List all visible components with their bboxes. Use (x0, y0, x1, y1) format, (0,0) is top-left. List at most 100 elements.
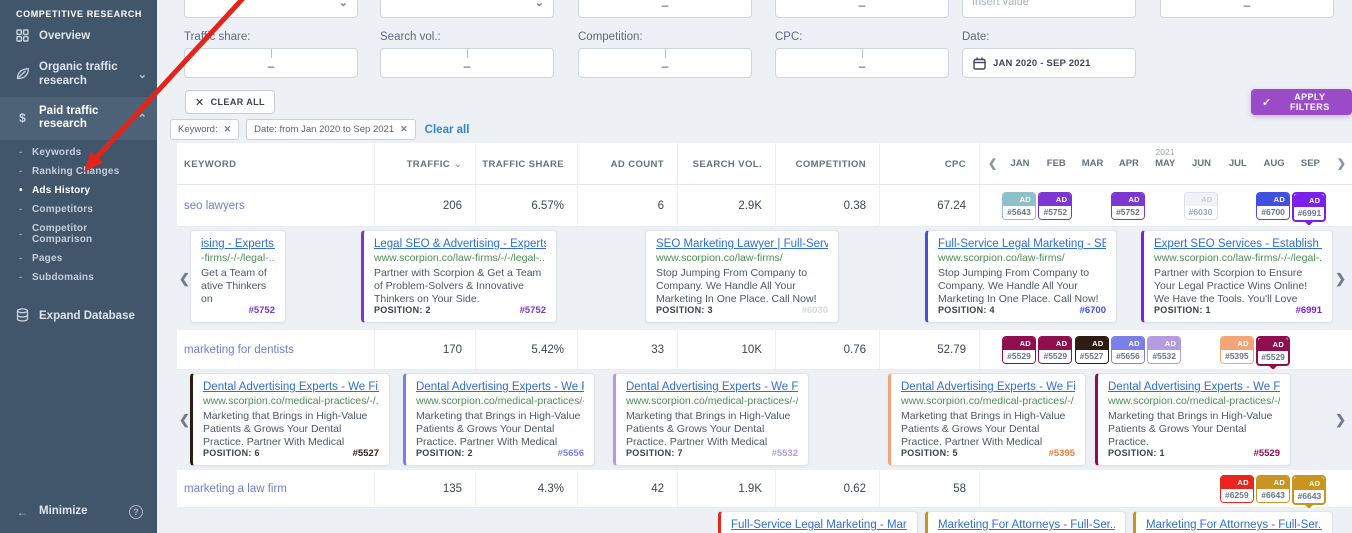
filter-insert-value-input[interactable]: Insert value (962, 0, 1136, 18)
ad-title-link[interactable]: ising - Experts ... (201, 238, 275, 250)
sidebar-item-competitor-comparison[interactable]: -Competitor Comparison (0, 219, 157, 249)
column-header-traffic-share[interactable]: TRAFFIC SHARE (475, 143, 577, 185)
sidebar-item-subdomains[interactable]: -Subdomains (0, 268, 157, 287)
ad-title-link[interactable]: SEO Marketing Lawyer | Full-Servi... (656, 238, 828, 250)
apply-filters-button[interactable]: ✓ APPLY FILTERS (1251, 89, 1352, 115)
keyword-link[interactable]: seo lawyers (184, 200, 245, 212)
ad-badge[interactable]: AD#5529 (1038, 336, 1072, 364)
sidebar-item-keywords[interactable]: -Keywords (0, 143, 157, 162)
month-label: JUN (1184, 158, 1220, 169)
ad-card[interactable]: SEO Marketing Lawyer | Full-Servi...www.… (645, 230, 839, 323)
sidebar-item-ads-history[interactable]: •Ads History (0, 181, 157, 200)
filter-range-input-1[interactable]: – (578, 0, 752, 18)
sidebar-item-label: Competitors (32, 204, 93, 215)
column-header-ad-count[interactable]: AD COUNT (577, 143, 677, 185)
ad-card[interactable]: Marketing For Attorneys - Full-Ser... (1133, 511, 1333, 533)
sidebar-item-competitors[interactable]: -Competitors (0, 200, 157, 219)
ad-badge[interactable]: AD#5656 (1111, 336, 1145, 364)
chevron-left-icon[interactable]: ❮ (179, 412, 190, 428)
ad-card[interactable]: Dental Advertising Experts - We Fi...www… (1095, 373, 1291, 466)
filter-chip[interactable]: Date: from Jan 2020 to Sep 2021✕ (246, 119, 416, 140)
close-icon[interactable]: ✕ (400, 124, 408, 135)
traffic-share-range-input[interactable]: – (184, 48, 358, 78)
column-header-traffic[interactable]: TRAFFIC ⌄ (374, 143, 475, 185)
ad-title-link[interactable]: Dental Advertising Experts - We Fi... (203, 381, 379, 393)
filter-chip[interactable]: Keyword:✕ (170, 119, 239, 140)
ad-description: Stop Jumping From Company to Company. We… (938, 267, 1106, 306)
sidebar-item-ranking-changes[interactable]: -Ranking Changes (0, 162, 157, 181)
ad-badge-label: AD (1003, 193, 1035, 206)
search-vol-range-input[interactable]: – (380, 48, 554, 78)
filter-select-2[interactable]: ⌄ (380, 0, 554, 18)
ad-badge[interactable]: AD#5643 (1002, 192, 1036, 220)
chevron-left-icon[interactable]: ❮ (179, 271, 190, 287)
ad-card[interactable]: Dental Advertising Experts - We Fi...www… (613, 373, 809, 466)
ad-badge[interactable]: AD#6643 (1292, 475, 1326, 505)
clear-all-link[interactable]: Clear all (425, 124, 470, 136)
filter-range-input-3[interactable]: – (1160, 0, 1334, 18)
filter-select-1[interactable]: ⌄ (184, 0, 358, 18)
ad-title-link[interactable]: Marketing For Attorneys - Full-Ser... (938, 519, 1115, 531)
ad-display-url: www.scorpion.co/medical-practices/-/... (203, 395, 379, 407)
chevron-right-icon[interactable]: ❯ (1337, 157, 1346, 170)
competition-cell: 0.38 (775, 185, 879, 226)
ad-badge[interactable]: AD#5529 (1002, 336, 1036, 364)
ad-card[interactable]: Expert SEO Services - Establish an...www… (1141, 230, 1333, 323)
ad-badge[interactable]: AD#6991 (1292, 192, 1326, 222)
close-icon[interactable]: ✕ (224, 124, 232, 135)
ad-title-link[interactable]: Legal SEO & Advertising - Experts ... (374, 238, 546, 250)
ad-title-link[interactable]: Marketing For Attorneys - Full-Ser... (1146, 519, 1322, 531)
ad-title-link[interactable]: Full-Service Legal Marketing - Mar... (731, 519, 907, 531)
ad-badge[interactable]: AD#6643 (1256, 475, 1290, 503)
keyword-link[interactable]: marketing a law firm (184, 483, 287, 495)
sidebar-item-organic-traffic-research[interactable]: Organic traffic research ⌄ (0, 53, 157, 97)
chevron-right-icon[interactable]: ❯ (1335, 412, 1346, 428)
keyword-link[interactable]: marketing for dentists (184, 344, 294, 356)
ad-card[interactable]: ising - Experts ...-firms/-/-/legal-...G… (190, 230, 286, 323)
ad-title-link[interactable]: Expert SEO Services - Establish an... (1154, 238, 1322, 250)
ad-badge[interactable]: AD#5395 (1220, 336, 1254, 364)
dash-icon: – (859, 60, 866, 72)
ad-title-link[interactable]: Full-Service Legal Marketing - SE... (938, 238, 1106, 250)
chevron-left-icon[interactable]: ❮ (988, 157, 997, 170)
date-range-picker[interactable]: JAN 2020 - SEP 2021 (962, 48, 1136, 78)
ad-badge[interactable]: AD#6700 (1256, 192, 1290, 220)
ad-badge[interactable]: AD#6259 (1220, 475, 1254, 503)
column-header-search-vol[interactable]: SEARCH VOL. (677, 143, 775, 185)
ad-badge[interactable]: AD#5752 (1038, 192, 1072, 220)
sidebar-item-paid-traffic-research[interactable]: $ Paid traffic research ⌃ (0, 97, 157, 141)
month-label: JUL (1220, 158, 1256, 169)
ad-badge[interactable]: AD#5527 (1075, 336, 1109, 364)
sidebar-item-expand-database[interactable]: Expand Database (0, 300, 157, 333)
ad-badge[interactable]: AD#5529 (1256, 336, 1290, 366)
ad-title-link[interactable]: Dental Advertising Experts - We Fi... (626, 381, 798, 393)
ad-title-link[interactable]: Dental Advertising Experts - We Fi... (901, 381, 1075, 393)
ad-card[interactable]: Full-Service Legal Marketing - Mar... (718, 511, 918, 533)
clear-all-button[interactable]: ✕ CLEAR ALL (185, 90, 275, 114)
ad-card[interactable]: Dental Advertising Experts - We Fi... www… (190, 373, 390, 466)
minimize-button[interactable]: Minimize (39, 505, 88, 519)
cpc-range-input[interactable]: – (775, 48, 949, 78)
ad-card[interactable]: Full-Service Legal Marketing - SE...www.… (925, 230, 1117, 323)
ad-card[interactable]: Marketing For Attorneys - Full-Ser... (925, 511, 1126, 533)
ad-card[interactable]: Legal SEO & Advertising - Experts ...www… (361, 230, 557, 323)
ad-badge[interactable]: AD#5752 (1111, 192, 1145, 220)
bullet-icon: - (19, 204, 32, 215)
filter-range-input-2[interactable]: – (775, 0, 949, 18)
column-header-cpc[interactable]: CPC (879, 143, 979, 185)
ad-title-link[interactable]: Dental Advertising Experts - We Fi... (1108, 381, 1280, 393)
sidebar-item-overview[interactable]: Overview (0, 21, 157, 53)
ad-card[interactable]: Dental Advertising Experts - We Fi...www… (888, 373, 1086, 466)
filter-label-date: Date: (962, 31, 990, 43)
ad-title-link[interactable]: Dental Advertising Experts - We Fi... (416, 381, 584, 393)
bullet-icon: - (19, 272, 32, 283)
sidebar-item-pages[interactable]: -Pages (0, 249, 157, 268)
month-label: APR (1111, 158, 1147, 169)
chevron-right-icon[interactable]: ❯ (1335, 271, 1346, 287)
help-icon[interactable]: ? (129, 505, 143, 519)
column-header-competition[interactable]: COMPETITION (775, 143, 879, 185)
ad-badge[interactable]: AD#5532 (1147, 336, 1181, 364)
ad-card[interactable]: Dental Advertising Experts - We Fi...www… (403, 373, 595, 466)
competition-range-input[interactable]: – (578, 48, 752, 78)
ad-badge[interactable]: AD#6030 (1184, 192, 1218, 220)
